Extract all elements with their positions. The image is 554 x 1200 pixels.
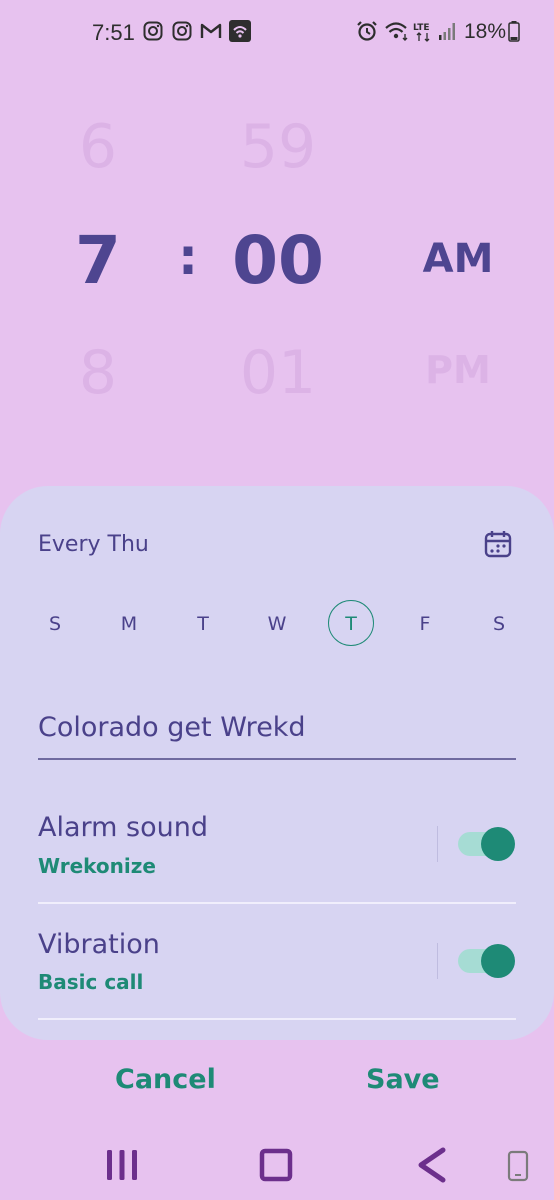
alarm-sound-title: Alarm sound [38, 812, 208, 843]
battery-icon [507, 20, 521, 42]
gmail-icon [200, 20, 222, 42]
divider [38, 902, 516, 904]
alarm-icon [356, 20, 378, 42]
lte-icon: LTE [413, 20, 435, 42]
calendar-icon[interactable] [484, 530, 512, 558]
device-icon[interactable] [506, 1150, 530, 1182]
row-separator [437, 943, 438, 979]
divider [38, 1018, 516, 1020]
day-sun[interactable]: S [32, 604, 78, 644]
day-fri[interactable]: F [402, 604, 448, 644]
minute-prev[interactable]: 59 [218, 112, 338, 182]
alarm-sound-toggle[interactable] [458, 827, 515, 861]
instagram-icon [171, 20, 193, 42]
ampm-selected[interactable]: AM [408, 236, 508, 282]
vibration-value: Basic call [38, 970, 144, 994]
hour-selected[interactable]: 7 [60, 222, 136, 299]
ampm-next[interactable]: PM [408, 348, 508, 392]
status-time: 7:51 [92, 20, 135, 45]
save-button[interactable]: Save [366, 1064, 440, 1095]
vibration-title: Vibration [38, 929, 160, 960]
alarm-sound-value: Wrekonize [38, 854, 156, 878]
recents-icon[interactable] [104, 1148, 140, 1182]
time-separator: : [178, 228, 198, 286]
day-thu[interactable]: T [328, 604, 374, 644]
row-separator [437, 826, 438, 862]
cancel-button[interactable]: Cancel [115, 1064, 216, 1095]
hour-prev[interactable]: 6 [60, 112, 136, 182]
signal-icon [436, 20, 458, 42]
day-sat[interactable]: S [476, 604, 522, 644]
alarm-name-underline [38, 758, 516, 760]
svg-text:LTE: LTE [413, 23, 430, 33]
hotspot-icon [229, 20, 251, 42]
navigation-bar [0, 1130, 554, 1200]
toggle-knob [481, 827, 515, 861]
home-icon[interactable] [259, 1148, 293, 1182]
minute-selected[interactable]: 00 [218, 222, 338, 299]
hour-next[interactable]: 8 [60, 338, 136, 408]
wifi-icon [384, 20, 410, 42]
instagram-icon [142, 20, 164, 42]
day-tue[interactable]: T [180, 604, 226, 644]
status-bar: 7:51 LTE 18% [0, 0, 554, 64]
repeat-summary: Every Thu [38, 532, 149, 557]
alarm-name-field[interactable]: Colorado get Wrekd [38, 712, 306, 743]
battery-percent: 18% [464, 20, 507, 43]
day-mon[interactable]: M [106, 604, 152, 644]
back-icon[interactable] [414, 1146, 448, 1184]
minute-next[interactable]: 01 [218, 338, 338, 408]
toggle-knob [481, 944, 515, 978]
vibration-toggle[interactable] [458, 944, 515, 978]
day-wed[interactable]: W [254, 604, 300, 644]
